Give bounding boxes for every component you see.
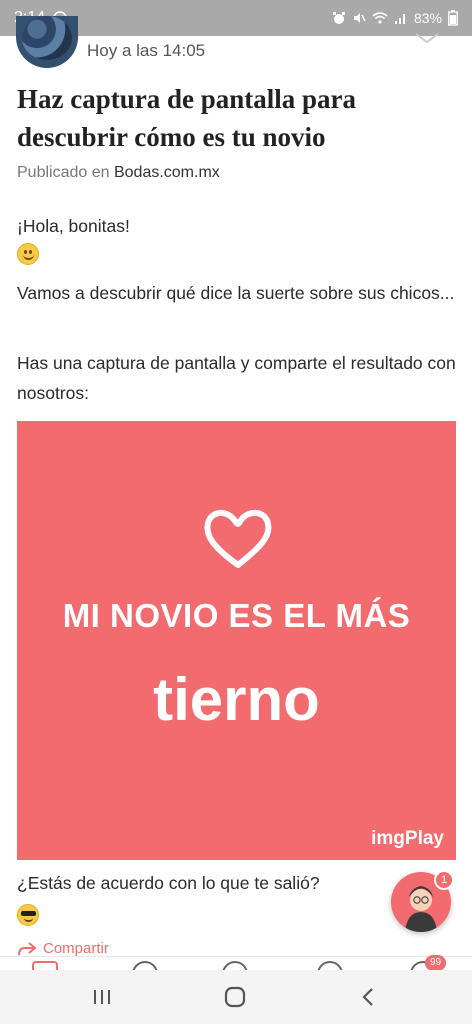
- question-text: ¿Estás de acuerdo con lo que te salió?: [17, 873, 320, 893]
- share-label: Compartir: [43, 940, 109, 957]
- image-text-line-1: MI NOVIO ES EL MÁS: [62, 597, 411, 634]
- tab-messages-icon[interactable]: [317, 961, 343, 970]
- signal-icon: [394, 14, 405, 24]
- greeting-text: ¡Hola, bonitas!: [17, 216, 130, 236]
- chat-notification-badge: 1: [434, 870, 454, 890]
- published-prefix: Publicado en: [17, 164, 110, 181]
- alarm-icon: [332, 12, 345, 24]
- body-paragraph-2: Has una captura de pantalla y comparte e…: [17, 353, 456, 403]
- post-author-row: Hoy a las 14:05: [0, 16, 472, 76]
- tab-explore-icon[interactable]: [132, 961, 158, 970]
- imgplay-watermark: imgPlay: [371, 828, 444, 849]
- tab-home-icon[interactable]: [32, 961, 58, 970]
- back-button[interactable]: [328, 970, 408, 1024]
- share-button[interactable]: Compartir: [17, 940, 109, 957]
- share-arrow-icon: [18, 941, 37, 955]
- post-title: Haz captura de pantalla para descubrir c…: [17, 84, 357, 152]
- image-text-line-2: tierno: [153, 666, 320, 733]
- post-image[interactable]: MI NOVIO ES EL MÁS tierno imgPlay: [17, 421, 456, 860]
- tab-community-icon[interactable]: [222, 961, 248, 970]
- tab-notification-badge: 99: [425, 955, 447, 971]
- published-site-link[interactable]: Bodas.com.mx: [114, 164, 220, 181]
- body-paragraph-1: Vamos a descubrir qué dice la suerte sob…: [17, 283, 455, 303]
- system-nav-bar: [0, 970, 472, 1024]
- sunglasses-emoji-icon: [17, 904, 39, 926]
- mute-icon: [353, 13, 366, 23]
- chevron-down-icon[interactable]: [414, 24, 440, 44]
- recent-apps-button[interactable]: [62, 970, 142, 1024]
- back-icon: [362, 988, 373, 1006]
- heart-icon: [204, 510, 272, 568]
- wifi-icon: [372, 12, 388, 24]
- home-button[interactable]: [195, 970, 275, 1024]
- avatar[interactable]: [16, 16, 78, 68]
- post-time: Hoy a las 14:05: [87, 41, 206, 60]
- published-in: Publicado en Bodas.com.mx: [17, 164, 220, 182]
- smile-emoji-icon: [17, 243, 39, 265]
- bottom-tab-bar: [0, 956, 472, 970]
- recent-apps-icon: [94, 990, 110, 1004]
- home-icon: [224, 986, 246, 1008]
